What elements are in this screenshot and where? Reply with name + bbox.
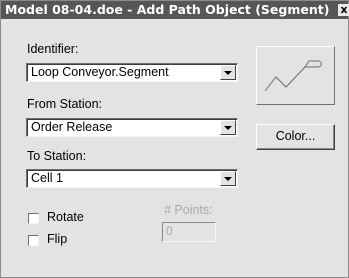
close-button[interactable]: x <box>338 4 349 16</box>
from-station-value: Order Release <box>31 120 113 134</box>
to-station-label: To Station: <box>27 149 87 163</box>
chevron-down-icon[interactable] <box>220 65 236 80</box>
add-path-object-dialog: Model 08-04.doe - Add Path Object (Segme… <box>0 0 349 278</box>
title-bar[interactable]: Model 08-04.doe - Add Path Object (Segme… <box>1 1 349 19</box>
path-segment-preview-icon <box>264 60 322 92</box>
flip-label: Flip <box>47 232 68 246</box>
identifier-select[interactable]: Loop Conveyor.Segment <box>26 63 238 82</box>
window-title: Model 08-04.doe - Add Path Object (Segme… <box>5 2 330 17</box>
to-station-select[interactable]: Cell 1 <box>26 169 238 188</box>
points-input[interactable]: 0 <box>162 222 216 242</box>
rotate-checkbox[interactable] <box>28 213 39 224</box>
identifier-value: Loop Conveyor.Segment <box>31 65 169 79</box>
to-station-value: Cell 1 <box>31 171 63 185</box>
chevron-down-icon[interactable] <box>220 120 236 135</box>
segment-preview <box>256 46 335 105</box>
flip-checkbox[interactable] <box>28 235 39 246</box>
from-station-select[interactable]: Order Release <box>26 118 238 137</box>
from-station-label: From Station: <box>27 97 103 111</box>
points-label: # Points: <box>164 203 213 217</box>
chevron-down-icon[interactable] <box>220 171 236 186</box>
identifier-label: Identifier: <box>27 42 79 56</box>
color-button[interactable]: Color... <box>256 124 335 150</box>
rotate-label: Rotate <box>47 210 84 224</box>
